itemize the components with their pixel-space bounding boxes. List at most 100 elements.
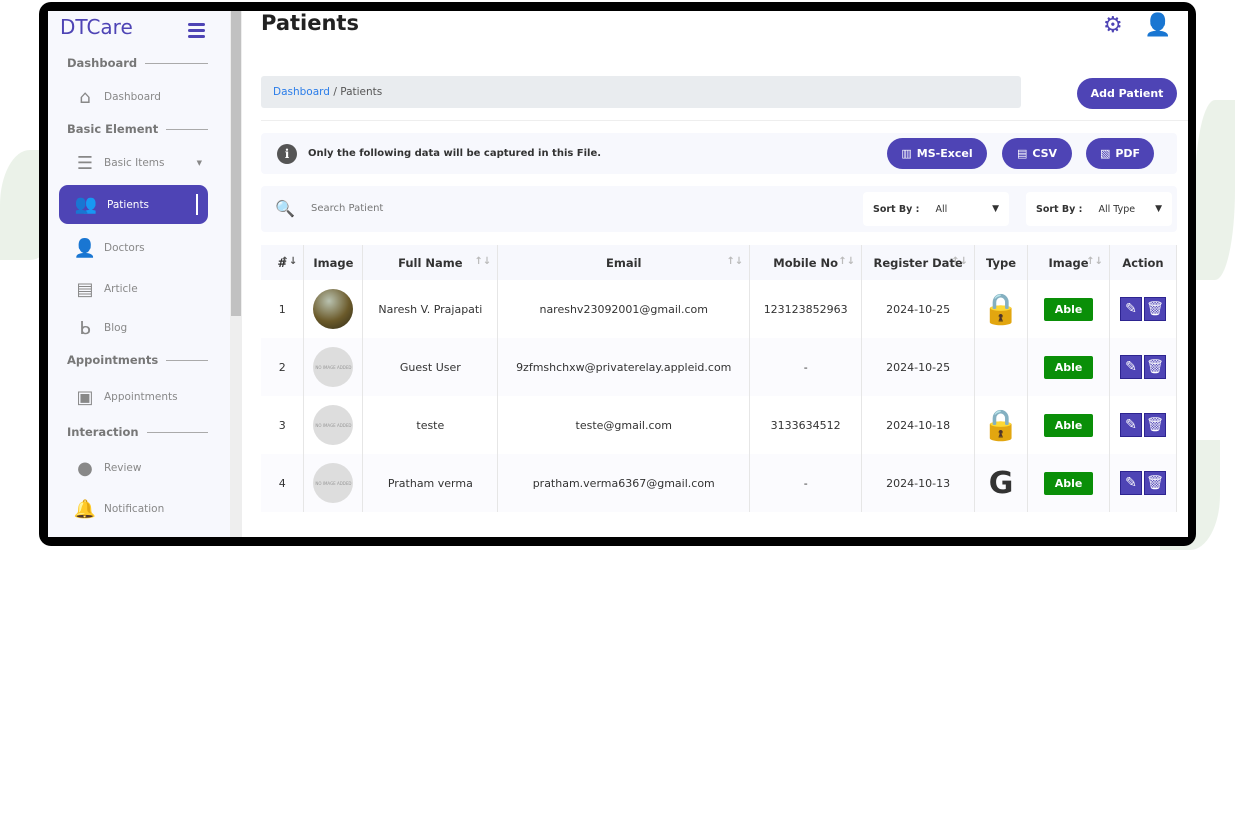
sidebar-item-notification[interactable]: 🔔 Notification — [73, 498, 165, 520]
delete-icon[interactable]: 🗑 — [1143, 471, 1166, 495]
chevron-down-icon: ▼ — [1155, 204, 1162, 214]
sort-icon[interactable]: ↑↓ — [951, 256, 968, 267]
status-badge[interactable]: Able — [1043, 413, 1094, 437]
menu-icon[interactable] — [188, 23, 205, 41]
sort-icon[interactable]: ↑↓ — [475, 256, 492, 267]
sidebar-item-label: Article — [104, 283, 138, 295]
row-number: 2 — [261, 338, 305, 396]
edit-icon[interactable]: ✎ — [1119, 355, 1142, 379]
column-header[interactable]: Email ↑↓ — [497, 245, 751, 280]
export-info-text: Only the following data will be captured… — [308, 148, 602, 159]
sidebar-item-dashboard[interactable]: ⌂ Dashboard — [74, 87, 161, 108]
excel-icon: ▥ — [901, 147, 912, 160]
sidebar-item-review[interactable]: ● Review — [74, 458, 141, 479]
ms-excel-button[interactable]: ▥ MS-Excel — [887, 138, 987, 169]
patients-table: # ↑↓ Image Full Name ↑↓ Email ↑↓ Mobile No ↑↓ Reg… — [261, 245, 1178, 512]
sort-all-select[interactable]: Sort By : All ▼ — [863, 192, 1009, 226]
column-header[interactable]: Full Name ↑↓ — [362, 245, 499, 280]
user-icon[interactable]: 👤 — [1144, 13, 1171, 38]
edit-icon[interactable]: ✎ — [1119, 413, 1142, 437]
header-label: Register Date — [873, 255, 963, 270]
caret-down-icon: ▼ — [196, 159, 202, 167]
register-date: 2024-10-18 — [861, 396, 976, 454]
breadcrumb-separator: / — [333, 86, 337, 98]
sidebar-item-blog[interactable]: ᖯ Blog — [74, 317, 127, 339]
section-appointments: Appointments — [67, 353, 208, 367]
pdf-icon: ▧ — [1099, 147, 1111, 160]
avatar: NO IMAGE ADDED — [313, 405, 354, 445]
column-header[interactable]: Register Date ↑↓ — [861, 245, 976, 280]
sidebar-item-label: Basic Items — [104, 157, 165, 169]
search-icon: 🔍 — [275, 199, 295, 218]
column-header[interactable]: Mobile No ↑↓ — [749, 245, 863, 280]
pdf-button[interactable]: ▧ PDF — [1086, 138, 1154, 169]
sort-value: All Type — [1098, 203, 1136, 215]
leaf-decoration — [1195, 100, 1235, 280]
status-badge[interactable]: Able — [1043, 297, 1094, 321]
sort-icon[interactable]: ↑↓ — [726, 256, 743, 267]
delete-icon[interactable]: 🗑 — [1143, 413, 1166, 437]
register-date: 2024-10-13 — [861, 454, 976, 512]
email: nareshv23092001@gmail.com — [497, 280, 751, 338]
sidebar-item-basic-items[interactable]: ☰ Basic Items ▼ — [74, 152, 202, 174]
sidebar-item-appointments[interactable]: ▣ Appointments — [74, 387, 178, 408]
delete-icon[interactable]: 🗑 — [1143, 297, 1166, 321]
row-number: 1 — [261, 280, 305, 338]
delete-icon[interactable]: 🗑 — [1143, 355, 1166, 379]
main-content: Patients ⚙ 👤 Dashboard / Patients Add Pa… — [242, 11, 1188, 537]
bell-icon: 🔔 — [73, 498, 97, 520]
sort-icon[interactable]: ↑↓ — [1086, 256, 1103, 267]
edit-icon[interactable]: ✎ — [1119, 297, 1142, 321]
email: 9zfmshchxw@privaterelay.appleid.com — [497, 338, 751, 396]
breadcrumb-current: Patients — [340, 86, 383, 98]
sliders-icon: ☰ — [76, 152, 94, 174]
header-label: Email — [605, 255, 642, 270]
header-label: Full Name — [398, 255, 463, 270]
lock-icon: 🔒 — [982, 407, 1020, 443]
status-badge[interactable]: Able — [1043, 471, 1094, 495]
mobile-no: - — [749, 454, 863, 512]
csv-button[interactable]: ▤ CSV — [1002, 138, 1072, 169]
avatar — [313, 289, 354, 329]
device-frame: DTCare Dashboard ⌂ Dashboard Basic Elemen… — [39, 2, 1196, 546]
add-patient-button[interactable]: Add Patient — [1077, 78, 1177, 109]
section-dashboard: Dashboard — [67, 56, 208, 70]
email: pratham.verma6367@gmail.com — [497, 454, 751, 512]
logo: DTCare — [60, 15, 133, 39]
header-label: Type — [986, 255, 1017, 270]
header-label: Image — [1048, 255, 1089, 270]
sidebar-scrollbar[interactable] — [230, 11, 242, 537]
avatar: NO IMAGE ADDED — [313, 463, 354, 503]
sidebar-item-doctors[interactable]: 👤 Doctors — [74, 238, 145, 259]
sidebar-item-label: Appointments — [104, 391, 178, 403]
sidebar-item-label: Dashboard — [104, 91, 161, 103]
column-header: Type — [974, 245, 1029, 280]
full-name: Pratham verma — [362, 454, 499, 512]
edit-icon[interactable]: ✎ — [1119, 471, 1142, 495]
sidebar-item-article[interactable]: ▤ Article — [74, 279, 138, 300]
table-row: 2 NO IMAGE ADDED Guest User 9zfmshchxw@p… — [261, 338, 1178, 396]
section-basic-element: Basic Element — [67, 122, 208, 136]
sort-icon[interactable]: ↑↓ — [838, 256, 855, 267]
blog-icon: ᖯ — [79, 317, 91, 339]
search-input[interactable]: Search Patient — [311, 203, 383, 214]
sidebar-item-label: Patients — [107, 198, 150, 211]
column-header[interactable]: # ↑↓ — [261, 245, 305, 280]
table-row: 3 NO IMAGE ADDED teste teste@gmail.com 3… — [261, 396, 1178, 454]
gear-icon[interactable]: ⚙ — [1103, 13, 1123, 38]
column-header[interactable]: Image ↑↓ — [1027, 245, 1110, 280]
sort-label: Sort By : — [1036, 203, 1083, 215]
search-bar: 🔍 Search Patient Sort By : All ▼ Sort By :… — [261, 186, 1177, 232]
button-label: CSV — [1032, 147, 1058, 160]
mobile-no: 123123852963 — [749, 280, 863, 338]
breadcrumb-dashboard[interactable]: Dashboard — [273, 86, 330, 98]
sidebar-item-patients[interactable]: 👥 Patients — [59, 185, 208, 224]
full-name: Guest User — [362, 338, 499, 396]
header-label: Action — [1122, 255, 1164, 270]
sort-icon[interactable]: ↑↓ — [281, 256, 298, 267]
sort-type-select[interactable]: Sort By : All Type ▼ — [1026, 192, 1172, 226]
sidebar-item-label: Notification — [104, 503, 165, 515]
full-name: teste — [362, 396, 499, 454]
lock-icon: 🔒 — [982, 291, 1020, 327]
status-badge[interactable]: Able — [1043, 355, 1094, 379]
